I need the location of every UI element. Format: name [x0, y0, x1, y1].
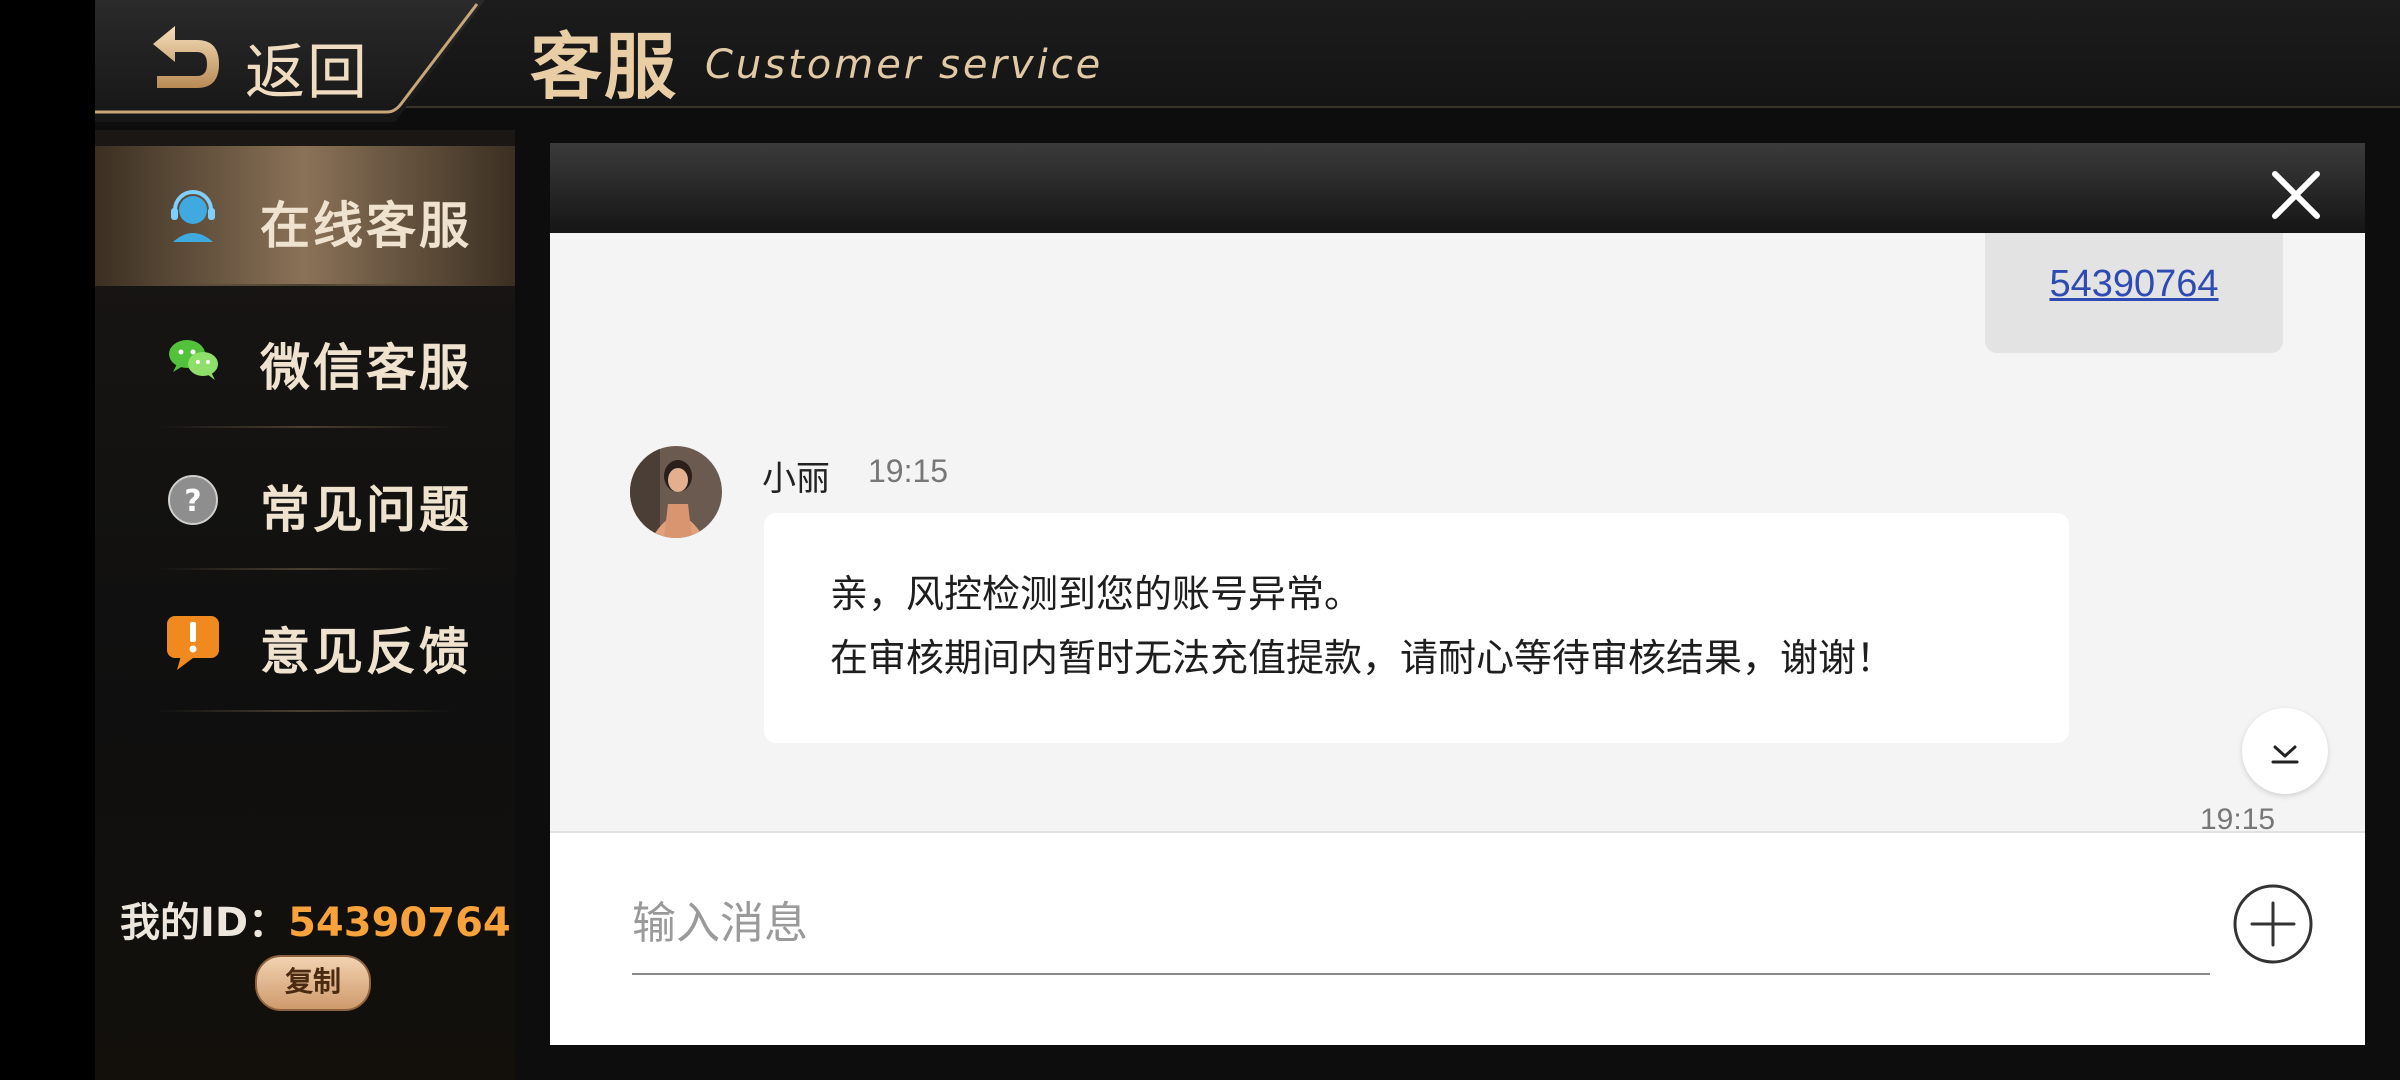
message-timestamp: 19:15	[2200, 803, 2276, 831]
add-attachment-icon[interactable]	[2232, 883, 2314, 965]
sidebar-item-faq[interactable]: ? 常见问题	[95, 430, 515, 570]
agent-name: 小丽	[762, 459, 830, 499]
divider	[155, 426, 455, 428]
chat-panel: 54390764 小丽 19:15 亲，风控检测到您的账号异常。 在审核期间内暂…	[550, 143, 2365, 1045]
wechat-icon	[169, 340, 218, 380]
agent-avatar	[630, 446, 722, 538]
chat-header	[550, 143, 2365, 233]
divider	[155, 568, 455, 570]
sidebar-item-wechat-service[interactable]: 微信客服	[95, 288, 515, 428]
my-id: 我的ID：54390764	[120, 890, 511, 948]
headset-icon	[171, 190, 215, 242]
divider	[155, 710, 455, 712]
avatar-image	[630, 446, 722, 538]
my-message-link[interactable]: 54390764	[1985, 263, 2283, 306]
page-subtitle: Customer service	[705, 42, 1104, 88]
agent-message-bubble: 亲，风控检测到您的账号异常。 在审核期间内暂时无法充值提款，请耐心等待审核结果，…	[764, 513, 2069, 743]
feedback-icon	[167, 616, 219, 670]
sidebar-item-label: 在线客服	[260, 197, 472, 255]
my-message-bubble: 54390764	[1985, 233, 2283, 353]
chevron-down-icon	[2271, 745, 2299, 764]
message-composer	[550, 831, 2365, 1045]
page-title: 客服	[530, 25, 679, 109]
message-input[interactable]	[632, 873, 2210, 975]
sidebar-item-feedback[interactable]: 意见反馈	[95, 572, 515, 712]
my-id-label: 我的ID：	[120, 900, 289, 946]
close-icon[interactable]	[2267, 166, 2325, 224]
copy-id-button[interactable]: 复制	[255, 955, 371, 1011]
question-icon: ?	[168, 475, 218, 525]
sidebar-item-label: 意见反馈	[260, 623, 472, 681]
app-window: 返回 客服 Customer service 在线客服 微信客服 ? 常见问题 …	[95, 0, 2400, 1080]
divider	[155, 284, 455, 286]
back-label: 返回	[245, 38, 369, 108]
agent-message-line: 亲，风控检测到您的账号异常。	[830, 572, 1363, 616]
agent-message-time: 19:15	[868, 453, 949, 489]
agent-message-line: 在审核期间内暂时无法充值提款，请耐心等待审核结果，谢谢！	[830, 636, 1895, 680]
svg-text:?: ?	[184, 484, 201, 519]
chat-message-list[interactable]: 54390764 小丽 19:15 亲，风控检测到您的账号异常。 在审核期间内暂…	[550, 233, 2365, 831]
sidebar-item-label: 常见问题	[260, 481, 472, 539]
sidebar-item-online-service[interactable]: 在线客服	[95, 146, 515, 286]
scroll-to-bottom-button[interactable]	[2242, 708, 2328, 794]
my-id-value: 54390764	[288, 900, 511, 946]
sidebar: 在线客服 微信客服 ? 常见问题 意见反馈 我的ID：54390764 复制	[95, 130, 515, 1080]
back-arrow-icon	[153, 26, 219, 88]
sidebar-item-label: 微信客服	[260, 339, 472, 397]
